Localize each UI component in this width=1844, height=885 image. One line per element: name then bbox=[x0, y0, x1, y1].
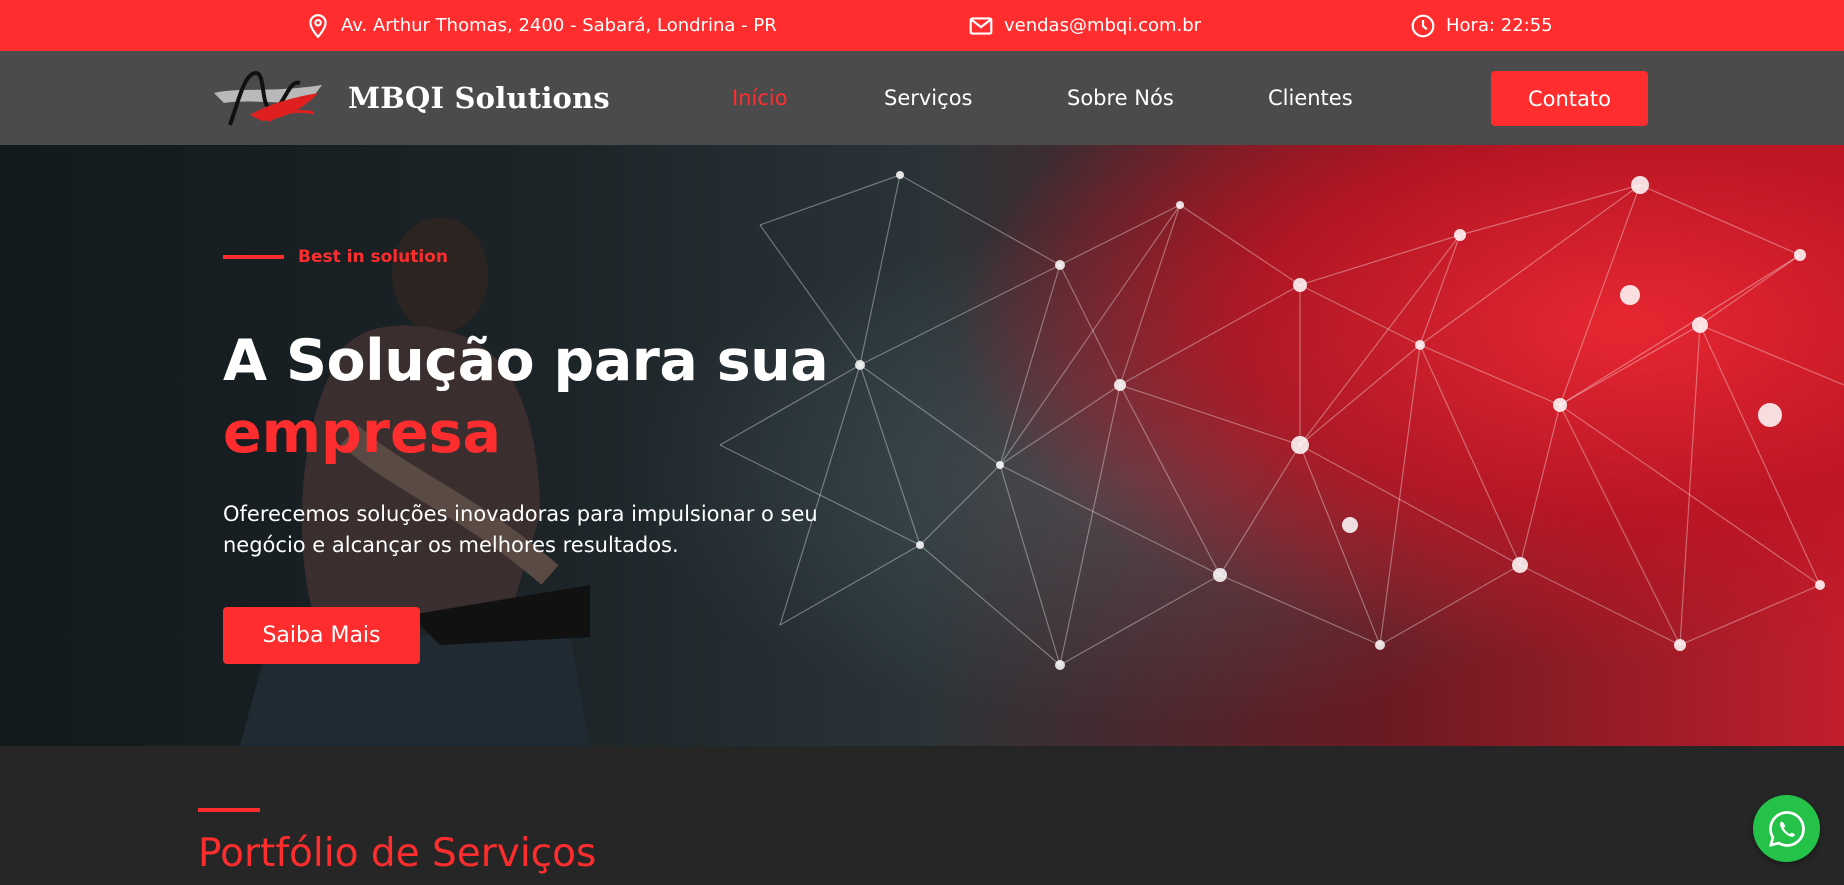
top-info-bar: Av. Arthur Thomas, 2400 - Sabará, Londri… bbox=[0, 0, 1844, 51]
eyebrow-divider bbox=[223, 255, 284, 259]
time-text: Hora: 22:55 bbox=[1446, 15, 1553, 36]
eyebrow-text: Best in solution bbox=[298, 247, 448, 267]
logo-text: MBQI Solutions bbox=[348, 81, 610, 115]
nav-link-inicio[interactable]: Início bbox=[732, 51, 788, 145]
logo[interactable]: MBQI Solutions bbox=[210, 63, 610, 133]
hero-title-accent: empresa bbox=[223, 400, 502, 466]
hero-title: A Solução para sua bbox=[223, 328, 829, 394]
map-pin-icon bbox=[309, 13, 327, 38]
email-text[interactable]: vendas@mbqi.com.br bbox=[1004, 15, 1201, 36]
logo-mark-icon bbox=[214, 70, 322, 126]
address-info: Av. Arthur Thomas, 2400 - Sabará, Londri… bbox=[305, 0, 777, 51]
saiba-mais-button[interactable]: Saiba Mais bbox=[223, 607, 420, 664]
hero-section: Best in solution A Solução para sua empr… bbox=[0, 145, 1844, 746]
portfolio-title: Portfólio de Serviços bbox=[198, 831, 597, 876]
email-info[interactable]: vendas@mbqi.com.br bbox=[968, 0, 1201, 51]
time-info: Hora: 22:55 bbox=[1410, 0, 1553, 51]
mail-icon bbox=[969, 16, 993, 35]
nav-link-sobre-nos[interactable]: Sobre Nós bbox=[1067, 51, 1174, 145]
address-text: Av. Arthur Thomas, 2400 - Sabará, Londri… bbox=[341, 15, 777, 36]
portfolio-divider bbox=[198, 808, 260, 812]
main-navigation: MBQI Solutions Início Serviços Sobre Nós… bbox=[0, 51, 1844, 145]
hero-description: Oferecemos soluções inovadoras para impu… bbox=[223, 502, 818, 557]
nav-link-servicos[interactable]: Serviços bbox=[884, 51, 972, 145]
nav-link-clientes[interactable]: Clientes bbox=[1268, 51, 1353, 145]
contact-button[interactable]: Contato bbox=[1491, 71, 1648, 126]
whatsapp-icon bbox=[1768, 810, 1805, 847]
portfolio-section: Portfólio de Serviços bbox=[0, 746, 1844, 885]
hero-eyebrow: Best in solution bbox=[223, 247, 448, 267]
clock-icon bbox=[1411, 14, 1435, 37]
whatsapp-button[interactable] bbox=[1753, 795, 1820, 862]
hero-content: Best in solution A Solução para sua empr… bbox=[223, 145, 863, 746]
